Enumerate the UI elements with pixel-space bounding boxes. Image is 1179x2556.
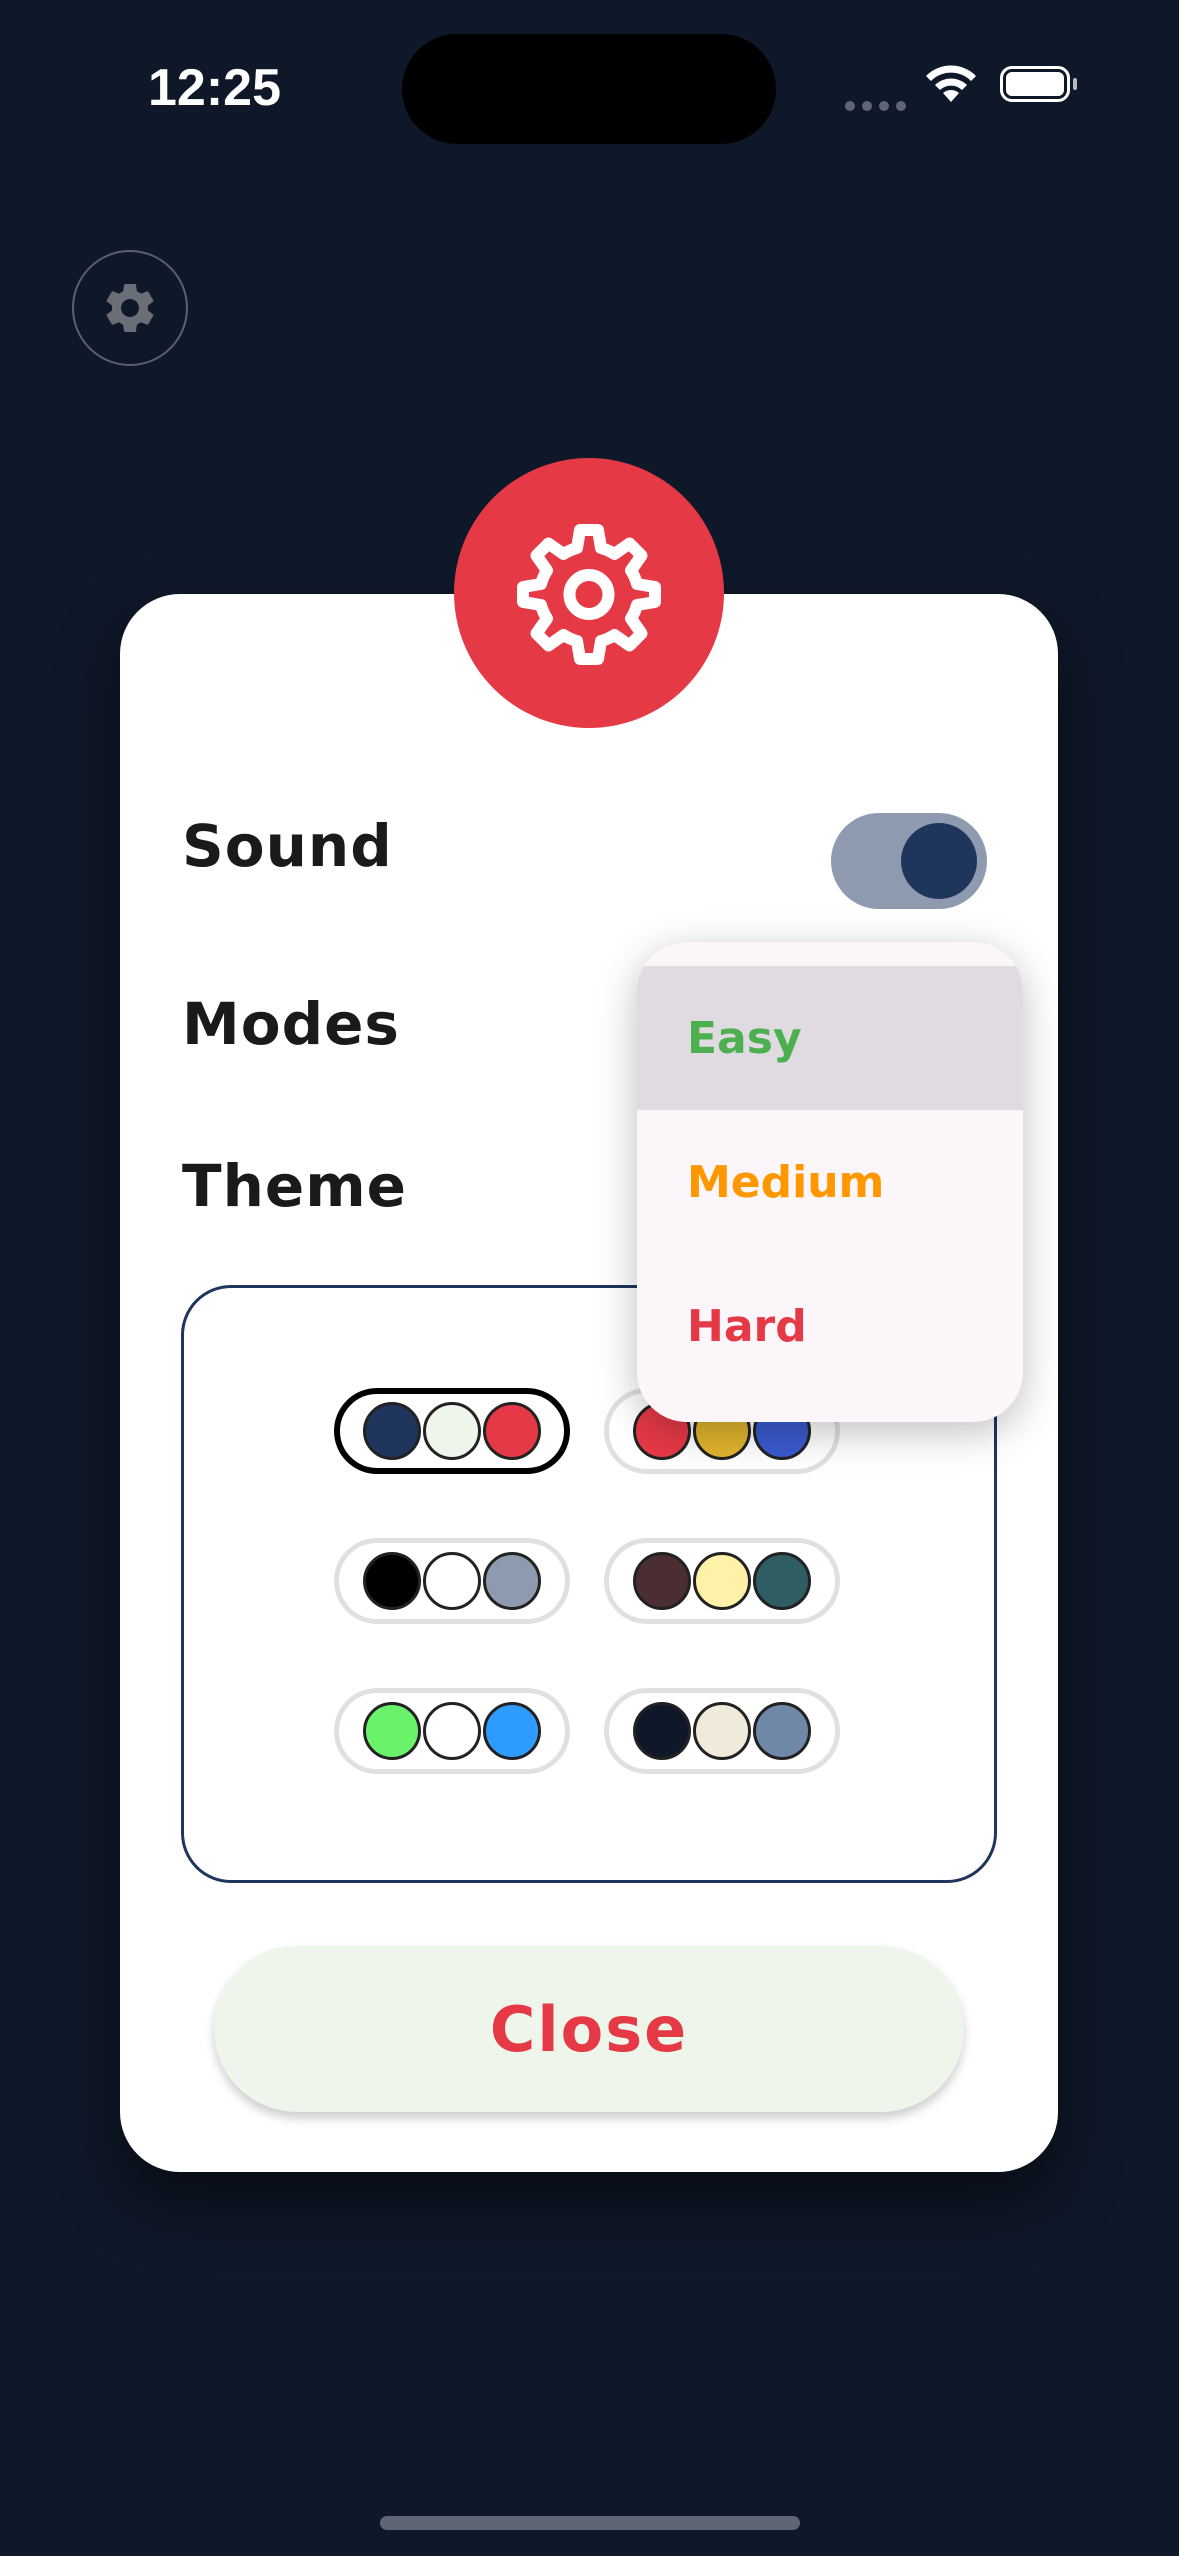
home-indicator[interactable]	[380, 2516, 800, 2530]
color-dot	[693, 1702, 751, 1760]
cellular-signal-icon	[845, 96, 913, 115]
theme-option-4[interactable]	[604, 1538, 840, 1624]
close-button[interactable]: Close	[214, 1946, 964, 2112]
color-dot	[633, 1552, 691, 1610]
color-dot	[423, 1552, 481, 1610]
theme-option-6[interactable]	[604, 1688, 840, 1774]
modes-label: Modes	[182, 990, 400, 1058]
sound-label: Sound	[182, 812, 393, 880]
color-dot	[363, 1402, 421, 1460]
dynamic-island	[402, 34, 776, 144]
mode-option-medium[interactable]: Medium	[637, 1110, 1023, 1254]
gear-icon	[106, 284, 154, 332]
wifi-icon	[926, 65, 976, 102]
color-dot	[423, 1402, 481, 1460]
sound-toggle[interactable]	[831, 813, 987, 909]
color-dot	[363, 1702, 421, 1760]
settings-button[interactable]	[72, 250, 188, 366]
color-dot	[363, 1552, 421, 1610]
modes-dropdown-menu: Easy Medium Hard	[637, 942, 1023, 1422]
color-dot	[753, 1702, 811, 1760]
color-dot	[483, 1402, 541, 1460]
color-dot	[483, 1702, 541, 1760]
color-dot	[633, 1702, 691, 1760]
color-dot	[753, 1552, 811, 1610]
theme-label: Theme	[182, 1152, 407, 1220]
close-button-label: Close	[489, 1992, 689, 2066]
color-dot	[693, 1552, 751, 1610]
theme-option-5[interactable]	[334, 1688, 570, 1774]
toggle-knob	[901, 823, 977, 899]
mode-option-easy[interactable]: Easy	[637, 966, 1023, 1110]
settings-header-badge	[454, 458, 724, 728]
theme-option-3[interactable]	[334, 1538, 570, 1624]
status-time: 12:25	[148, 59, 281, 117]
status-icons	[845, 62, 1085, 112]
color-dot	[423, 1702, 481, 1760]
color-dot	[483, 1552, 541, 1610]
mode-option-hard[interactable]: Hard	[637, 1254, 1023, 1398]
theme-option-1[interactable]	[334, 1388, 570, 1474]
gear-icon	[517, 524, 661, 665]
battery-icon	[1000, 66, 1070, 102]
